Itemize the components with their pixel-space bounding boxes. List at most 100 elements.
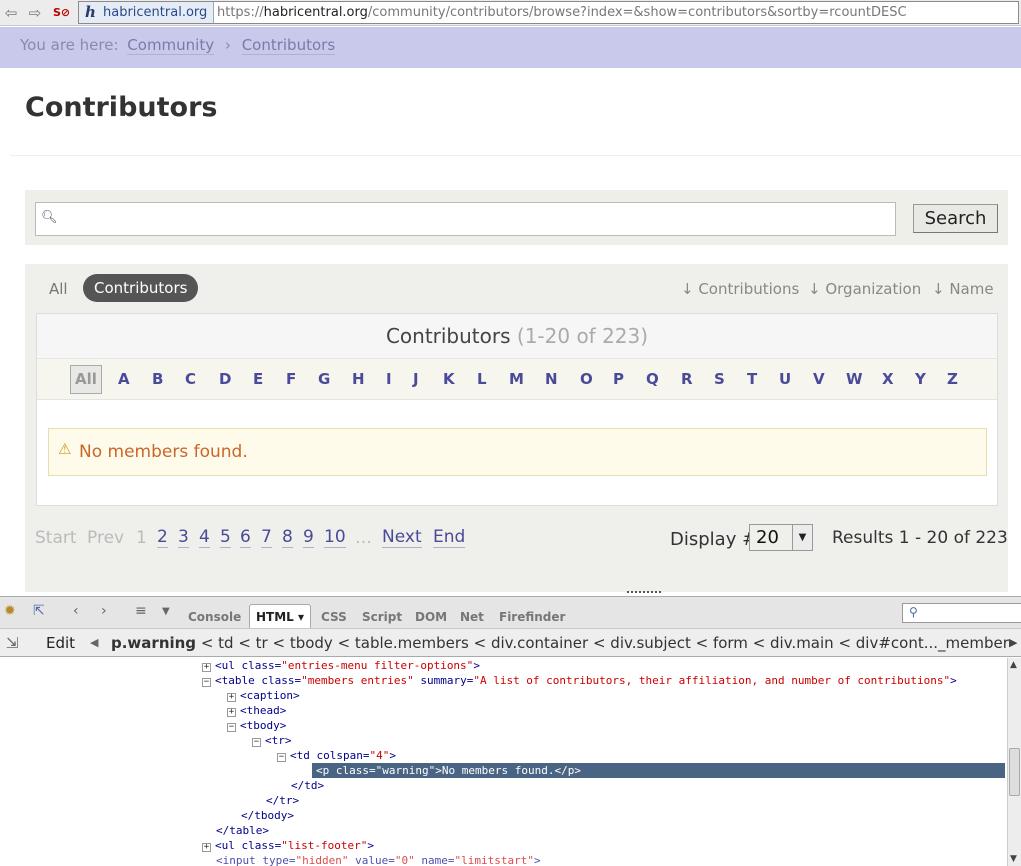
pagination-page-7[interactable]: 7: [261, 528, 272, 548]
url-text[interactable]: https://habricentral.org/community/contr…: [217, 2, 907, 23]
pagination-page-6[interactable]: 6: [240, 528, 251, 548]
expand-icon[interactable]: +: [202, 843, 211, 852]
expand-icon[interactable]: +: [227, 708, 236, 717]
tab-net[interactable]: Net: [460, 610, 484, 624]
tree-node[interactable]: + <ul class="list-footer">: [202, 838, 374, 853]
panel-menu-icon[interactable]: ▼: [162, 606, 170, 617]
letter-q[interactable]: Q: [646, 370, 659, 388]
pagination-page-10[interactable]: 10: [324, 528, 346, 548]
scroll-down-icon[interactable]: ▼: [1010, 854, 1017, 864]
forward-icon[interactable]: ›: [101, 603, 107, 619]
letter-z[interactable]: Z: [947, 370, 958, 388]
tab-script[interactable]: Script: [362, 610, 402, 624]
search-input[interactable]: 🔍︎: [35, 202, 896, 236]
noscript-icon[interactable]: S⊘: [53, 4, 71, 22]
letter-s[interactable]: S: [714, 370, 725, 388]
letter-o[interactable]: O: [580, 370, 593, 388]
dropdown-arrow-icon[interactable]: ▼: [792, 525, 812, 550]
letter-h[interactable]: H: [352, 370, 365, 388]
pagination-page-2[interactable]: 2: [157, 528, 168, 548]
tree-node[interactable]: − <table class="members entries" summary=…: [202, 673, 957, 688]
edit-button[interactable]: Edit: [46, 629, 75, 656]
display-count-select[interactable]: 20 ▼: [749, 524, 813, 551]
letter-r[interactable]: R: [681, 370, 693, 388]
letter-y[interactable]: Y: [915, 370, 926, 388]
letter-k[interactable]: K: [443, 370, 455, 388]
tab-html[interactable]: HTML ▾: [249, 604, 312, 629]
crumb-path[interactable]: p.warning < td < tr < tbody < table.memb…: [111, 629, 1021, 656]
filter-contributors[interactable]: Contributors: [83, 274, 199, 302]
letter-m[interactable]: M: [509, 370, 524, 388]
tab-dom[interactable]: DOM: [415, 610, 447, 624]
back-icon[interactable]: ‹: [73, 603, 79, 619]
collapse-icon[interactable]: −: [277, 753, 286, 762]
letter-u[interactable]: U: [779, 370, 791, 388]
tab-css[interactable]: CSS: [321, 610, 347, 624]
collapse-icon[interactable]: −: [202, 678, 211, 687]
crumbs-scroll-right-icon[interactable]: ▶: [1009, 629, 1018, 656]
letter-all[interactable]: All: [70, 365, 102, 394]
html-tree-scrollbar[interactable]: ▲ ▼: [1007, 658, 1021, 866]
letter-e[interactable]: E: [253, 370, 263, 388]
breadcrumb-community[interactable]: Community: [127, 36, 215, 55]
pagination-page-3[interactable]: 3: [178, 528, 189, 548]
firebug-search-input[interactable]: ⚲: [902, 603, 1021, 623]
firebug-icon[interactable]: ✹: [4, 603, 16, 619]
tree-node[interactable]: + <ul class="entries-menu filter-options"…: [202, 658, 480, 673]
tree-node[interactable]: + <caption>: [227, 688, 300, 703]
pagination-page-5[interactable]: 5: [220, 528, 231, 548]
expand-icon[interactable]: +: [227, 693, 236, 702]
tree-node[interactable]: </tr>: [266, 793, 299, 808]
letter-l[interactable]: L: [477, 370, 487, 388]
pagination-end[interactable]: End: [433, 528, 466, 548]
pagination-next[interactable]: Next: [382, 528, 422, 548]
letter-i[interactable]: I: [386, 370, 392, 388]
tree-node[interactable]: − <td colspan="4">: [277, 748, 396, 763]
letter-v[interactable]: V: [813, 370, 825, 388]
inspect-icon[interactable]: ⇱: [33, 603, 45, 619]
letter-b[interactable]: B: [152, 370, 163, 388]
site-identity-button[interactable]: h habricentral.org: [79, 2, 215, 23]
scroll-up-icon[interactable]: ▲: [1010, 660, 1017, 670]
sort-name[interactable]: ↓ Name: [932, 280, 994, 298]
letter-x[interactable]: X: [882, 370, 894, 388]
letter-d[interactable]: D: [219, 370, 231, 388]
tab-console[interactable]: Console: [188, 610, 241, 624]
pagination-page-9[interactable]: 9: [303, 528, 314, 548]
search-button[interactable]: Search: [913, 204, 998, 233]
breadcrumb-contributors[interactable]: Contributors: [241, 36, 336, 55]
letter-j[interactable]: J: [413, 370, 419, 388]
panel-resize-handle[interactable]: [627, 591, 661, 595]
tree-node[interactable]: </tbody>: [241, 808, 294, 823]
sort-organization[interactable]: ↓ Organization: [808, 280, 921, 298]
letter-a[interactable]: A: [118, 370, 130, 388]
expand-icon[interactable]: ⇲: [6, 629, 19, 656]
letter-g[interactable]: G: [318, 370, 330, 388]
tree-node[interactable]: − <tbody>: [227, 718, 286, 733]
tree-node[interactable]: </table>: [216, 823, 269, 838]
letter-t[interactable]: T: [747, 370, 757, 388]
list-icon[interactable]: ≡: [135, 603, 147, 619]
back-icon[interactable]: ⇦: [2, 4, 20, 22]
filter-all[interactable]: All: [49, 280, 68, 298]
letter-p[interactable]: P: [613, 370, 624, 388]
pagination-page-8[interactable]: 8: [282, 528, 293, 548]
sort-contributions[interactable]: ↓ Contributions: [681, 280, 799, 298]
tree-node[interactable]: + <thead>: [227, 703, 286, 718]
expand-icon[interactable]: +: [202, 663, 211, 672]
letter-w[interactable]: W: [846, 370, 863, 388]
tree-node[interactable]: </td>: [291, 778, 324, 793]
letter-n[interactable]: N: [545, 370, 558, 388]
scrollbar-thumb[interactable]: [1009, 748, 1020, 796]
collapse-icon[interactable]: −: [227, 723, 236, 732]
letter-c[interactable]: C: [185, 370, 196, 388]
collapse-icon[interactable]: −: [252, 738, 261, 747]
url-field[interactable]: h habricentral.org https://habricentral.…: [78, 1, 1019, 24]
forward-icon[interactable]: ⇨: [26, 4, 44, 22]
pagination-page-4[interactable]: 4: [199, 528, 210, 548]
tree-node-selected[interactable]: <p class="warning">No members found.</p>: [312, 763, 1005, 778]
tab-firefinder[interactable]: Firefinder: [499, 610, 565, 624]
tree-node[interactable]: <input type="hidden" value="0" name="lim…: [216, 853, 541, 866]
tree-node[interactable]: − <tr>: [252, 733, 292, 748]
letter-f[interactable]: F: [286, 370, 296, 388]
